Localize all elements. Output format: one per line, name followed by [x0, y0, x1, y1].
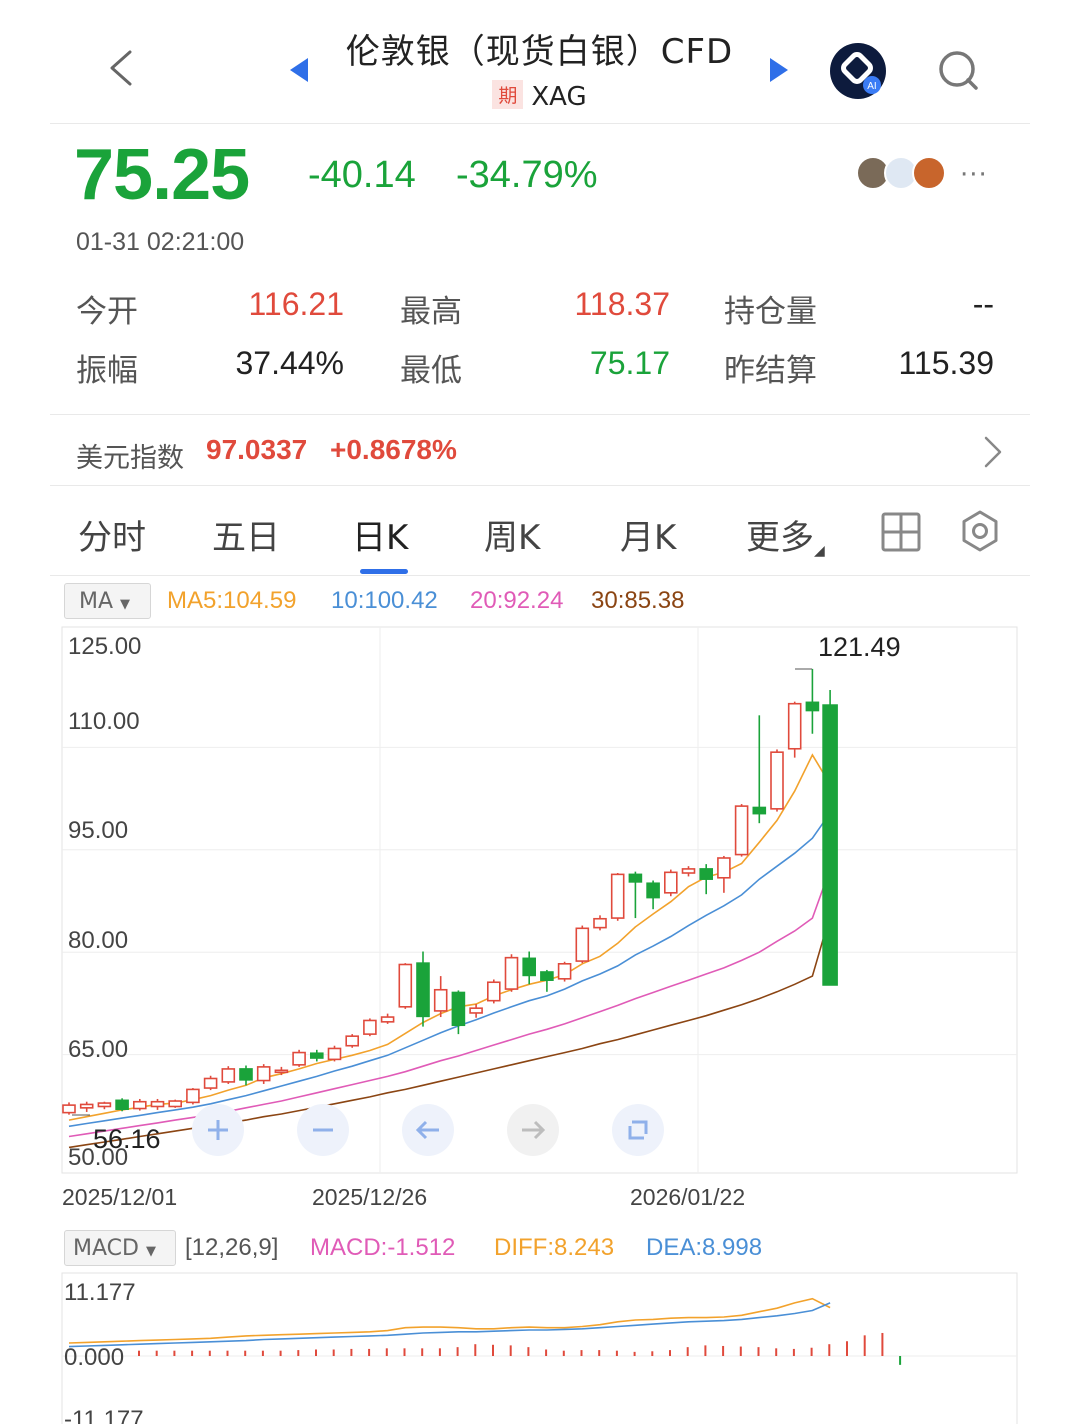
candle-body [168, 1100, 182, 1108]
plus-icon [208, 1120, 228, 1140]
y-tick-label: 125.00 [68, 633, 142, 660]
candle-body [504, 956, 519, 990]
candle-body [416, 962, 430, 1018]
x-tick-label: 2025/12/01 [62, 1184, 178, 1210]
macd-y-tick: 11.177 [64, 1279, 136, 1306]
min-price-label: 56.16 [93, 1124, 161, 1154]
ma-line-ma20 [68, 868, 831, 1138]
candle-body [186, 1088, 200, 1104]
candle-body [593, 917, 607, 929]
candle-body [115, 1099, 129, 1111]
macd-params: [12,26,9] [185, 1234, 279, 1261]
x-tick-label: 2026/01/22 [630, 1184, 746, 1210]
candle-body [133, 1100, 147, 1110]
candle-body [221, 1068, 236, 1083]
y-tick-label: 65.00 [68, 1036, 129, 1063]
candle-body [345, 1035, 360, 1047]
dea-value: DEA:8.998 [646, 1234, 763, 1261]
candle-body [62, 1104, 76, 1114]
candle-body [717, 857, 731, 879]
candle-body [398, 963, 413, 1008]
y-tick-label: 95.00 [68, 817, 129, 844]
zoom-in-button[interactable] [192, 1104, 244, 1156]
dropdown-caret-icon: ▼ [145, 1244, 156, 1259]
minus-icon [313, 1128, 333, 1132]
macd-selector-label: MACD [73, 1236, 139, 1261]
diff-value: DIFF:8.243 [494, 1234, 615, 1261]
candle-body [628, 873, 643, 883]
y-tick-label: 80.00 [68, 927, 129, 954]
candle-body [380, 1016, 395, 1023]
candle-body [433, 988, 448, 1012]
candle-body [469, 1007, 483, 1014]
macd-value: MACD:-1.512 [310, 1234, 456, 1261]
candle-body [805, 701, 820, 712]
arrow-right-icon [522, 1120, 546, 1140]
candle-body [79, 1103, 94, 1109]
max-price-label: 121.49 [818, 632, 901, 662]
macd-frame [61, 1272, 1018, 1424]
candle-body [451, 991, 466, 1027]
macd-selector[interactable]: MACD ▼ [64, 1230, 176, 1266]
dea-line [68, 1302, 831, 1348]
candle-body [150, 1100, 165, 1108]
candle-body [610, 873, 625, 919]
candle-body [787, 702, 802, 750]
candle-body [486, 981, 501, 1002]
candle-body [734, 805, 749, 856]
x-tick-label: 2025/12/26 [312, 1184, 428, 1210]
candle-body [292, 1051, 306, 1066]
candle-body [752, 806, 767, 815]
ma-line-ma5 [68, 753, 831, 1121]
candle-body [239, 1068, 253, 1081]
y-tick-label: 110.00 [68, 708, 140, 735]
candle-body [557, 963, 572, 980]
candle-body [681, 868, 696, 874]
candle-body [363, 1019, 377, 1035]
candle-body [699, 868, 714, 880]
reset-view-button[interactable] [612, 1104, 664, 1156]
arrow-left-icon [415, 1120, 439, 1140]
candle-body [309, 1052, 324, 1059]
pan-right-button[interactable] [507, 1104, 559, 1156]
candle-body [770, 751, 784, 810]
chart-frame [61, 626, 1018, 1174]
candle-body [663, 871, 678, 894]
macd-y-tick: 0.000 [64, 1344, 125, 1371]
candle-body [97, 1102, 112, 1108]
candle-body [575, 927, 590, 962]
zoom-out-button[interactable] [297, 1104, 349, 1156]
fullscreen-icon [628, 1120, 648, 1140]
candle-body [522, 957, 537, 977]
candle-body [274, 1069, 289, 1074]
candle-body [203, 1077, 218, 1089]
candle-body [822, 704, 838, 986]
candle-body [646, 882, 660, 899]
candle-body [327, 1047, 342, 1061]
macd-y-tick: -11.177 [64, 1406, 144, 1424]
pan-left-button[interactable] [402, 1104, 454, 1156]
candle-body [256, 1066, 271, 1082]
candle-body [540, 971, 554, 981]
